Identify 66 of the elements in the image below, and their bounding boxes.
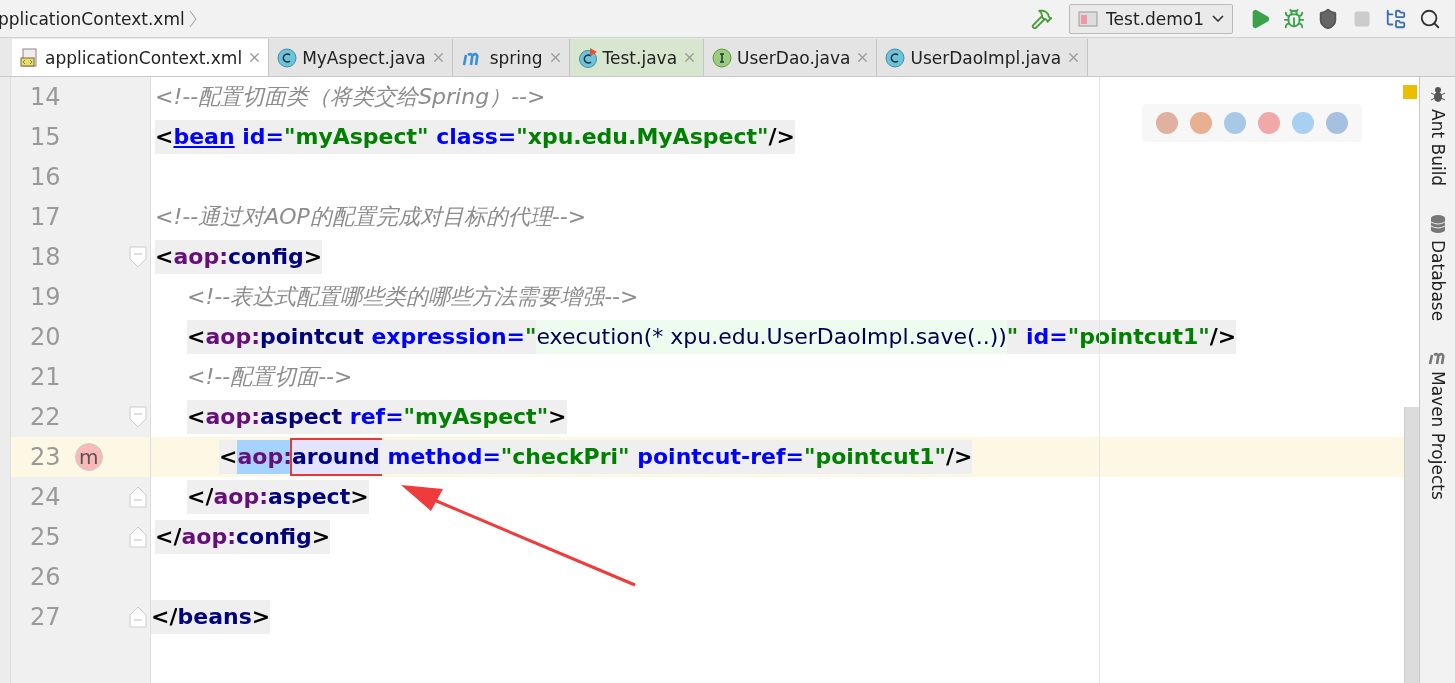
stop-icon xyxy=(1353,9,1371,28)
fold-icon[interactable] xyxy=(129,526,148,548)
code-line: <aop:aspect ref="myAspect"> xyxy=(187,400,567,434)
file-tab[interactable]: Test.java xyxy=(569,39,705,76)
tool-window-button[interactable]: Database xyxy=(1427,214,1448,322)
line-number: 15 xyxy=(29,123,61,151)
line-number: 17 xyxy=(29,203,61,231)
code-line: </beans> xyxy=(151,600,271,634)
line-number: 22 xyxy=(29,403,61,431)
test-class-icon xyxy=(577,47,598,68)
line-number: 16 xyxy=(29,163,61,191)
line-number: 24 xyxy=(29,483,61,511)
gutter-marker[interactable]: m xyxy=(74,443,103,471)
caret-icon xyxy=(1212,15,1224,22)
shield-icon xyxy=(1317,7,1339,30)
code-line: <aop:around method="checkPri" pointcut-ref="pointcut1"/> xyxy=(219,440,973,474)
code-line: <aop:config> xyxy=(155,240,323,274)
code-line: </aop:config> xyxy=(155,520,331,554)
code-line: <!--配置切面--> xyxy=(187,363,353,391)
line-number: 20 xyxy=(29,323,61,351)
bug-icon xyxy=(1283,7,1305,30)
file-tab[interactable]: UserDaoImpl.java xyxy=(877,39,1089,76)
breadcrumb[interactable]: pplicationContext.xml xyxy=(0,8,185,29)
database-icon xyxy=(1428,214,1447,235)
tool-window-button[interactable]: Ant Build xyxy=(1427,85,1448,187)
search-icon xyxy=(1419,7,1441,30)
line-number: 14 xyxy=(29,83,61,111)
window-icon xyxy=(1078,10,1099,27)
fold-icon[interactable] xyxy=(129,486,148,508)
line-number: 23 xyxy=(29,443,61,471)
line-number: 25 xyxy=(29,523,61,551)
line-number: 26 xyxy=(29,563,61,591)
fold-icon[interactable] xyxy=(129,406,148,428)
class-icon xyxy=(885,47,906,68)
code-line: </aop:aspect> xyxy=(187,480,369,514)
run-configuration-dropdown[interactable]: Test.demo1 xyxy=(1069,3,1233,34)
chevron-icon xyxy=(188,9,197,28)
code-line: <!--通过对AOP的配置完成对目标的代理--> xyxy=(155,203,587,231)
line-number: 27 xyxy=(29,603,61,631)
browser-icon[interactable] xyxy=(1155,111,1179,135)
file-tab[interactable]: UserDao.java xyxy=(704,39,878,76)
file-tab[interactable]: MyAspect.java xyxy=(269,39,453,76)
fold-icon[interactable] xyxy=(129,606,148,628)
hammer-icon xyxy=(1031,7,1054,30)
line-number: 19 xyxy=(29,283,61,311)
browser-icon[interactable] xyxy=(1223,111,1247,135)
interface-icon xyxy=(712,47,733,68)
browser-icon[interactable] xyxy=(1189,111,1213,135)
line-number: 21 xyxy=(29,363,61,391)
code-line: <!--表达式配置哪些类的哪些方法需要增强--> xyxy=(187,283,639,311)
ant-icon xyxy=(1428,85,1447,103)
code-line: <aop:pointcut expression="execution(* xpu.edu.UserDaoImpl.save(..))" id="pointcut1"/> xyxy=(187,320,1237,354)
code-line: <!--配置切面类（将类交给Spring）--> xyxy=(155,83,546,111)
warning-marker xyxy=(1403,85,1417,99)
code-line: <bean id="myAspect" class="xpu.edu.MyAspect"/> xyxy=(155,120,795,154)
line-number: 18 xyxy=(29,243,61,271)
folder-tree-icon xyxy=(1385,7,1407,30)
tool-window-button[interactable]: Maven Projects xyxy=(1426,349,1449,501)
browser-icon[interactable] xyxy=(1257,111,1281,135)
fold-icon[interactable] xyxy=(129,246,148,268)
class-icon xyxy=(277,47,298,68)
file-tab[interactable]: applicationContext.xml xyxy=(12,39,270,76)
browser-icon[interactable] xyxy=(1325,111,1349,135)
file-tab[interactable]: spring xyxy=(452,39,570,76)
browser-icon[interactable] xyxy=(1291,111,1315,135)
xml-file-icon xyxy=(20,47,40,68)
